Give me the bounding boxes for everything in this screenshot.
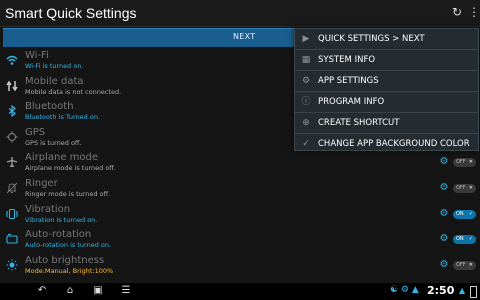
menu-item-label: SYSTEM INFO: [318, 55, 376, 65]
setting-subtitle: Vibration is turned on.: [25, 215, 98, 224]
info-icon: ⓘ: [301, 97, 311, 107]
setting-title: Wi-Fi: [25, 50, 49, 61]
app-title: Smart Quick Settings: [5, 5, 137, 21]
setting-title: Auto-rotation: [25, 229, 92, 241]
recent-apps-icon[interactable]: ▣: [91, 285, 105, 297]
ringer-toggle[interactable]: OFF ✕: [453, 183, 476, 193]
airplane-icon: [6, 157, 18, 168]
setting-row-auto-rotation[interactable]: Auto-rotation Auto-rotation is turned on…: [0, 227, 480, 253]
toggle-state: OFF: [456, 261, 466, 268]
setting-row-ringer[interactable]: Ringer Ringer mode is turned off. ⚙ OFF ✕: [0, 176, 480, 202]
menu-item-app-settings[interactable]: ⚙ APP SETTINGS: [295, 71, 478, 92]
toggle-state: OFF: [456, 159, 466, 166]
menu-item-label: APP SETTINGS: [318, 76, 379, 86]
next-label: NEXT: [233, 32, 256, 41]
setting-subtitle: Bluetooth is Turned on.: [25, 113, 101, 122]
play-icon: ▶: [302, 34, 310, 44]
gear-icon[interactable]: ⚙: [439, 157, 449, 167]
setting-title: Bluetooth: [25, 101, 74, 113]
ringer-icon: [6, 182, 18, 194]
airplane-mode-toggle[interactable]: OFF ✕: [453, 158, 476, 168]
mobile-data-icon: [6, 80, 18, 91]
setting-row-airplane-mode[interactable]: Airplane mode Airplane mode is turned of…: [0, 150, 480, 176]
menu-item-quick-settings-next[interactable]: ▶ QUICK SETTINGS > NEXT: [295, 29, 478, 50]
menu-item-create-shortcut[interactable]: ⊕ CREATE SHORTCUT: [295, 113, 478, 134]
menu-item-label: QUICK SETTINGS > NEXT: [318, 34, 425, 44]
menu-item-system-info[interactable]: ▦ SYSTEM INFO: [295, 50, 478, 71]
setting-row-auto-brightness[interactable]: Auto brightness Mode:Manual, Bright:100%…: [0, 253, 480, 279]
setting-subtitle: Mode:Manual, Bright:100%: [25, 266, 114, 275]
overflow-menu: ▶ QUICK SETTINGS > NEXT ▦ SYSTEM INFO ⚙ …: [294, 28, 479, 151]
wifi-icon: [6, 55, 18, 65]
back-icon[interactable]: ↶: [35, 285, 49, 297]
grid-icon: ▦: [301, 55, 311, 65]
auto-rotation-icon: [6, 234, 18, 244]
auto-rotation-toggle[interactable]: ON ✓: [453, 235, 476, 245]
toggle-state: OFF: [456, 184, 466, 191]
brightness-icon: [6, 259, 18, 271]
setting-subtitle: Airplane mode is turned off.: [25, 164, 116, 173]
toggle-state: ON: [456, 236, 464, 243]
clock: 2:50: [427, 284, 455, 297]
action-bar: Smart Quick Settings ↻ ⋮: [0, 0, 480, 27]
gear-icon[interactable]: ⚙: [439, 234, 449, 244]
wifi-status-icon: ▲: [459, 286, 466, 295]
setting-row-vibration[interactable]: Vibration Vibration is turned on. ⚙ ON ✓: [0, 202, 480, 228]
home-icon[interactable]: ⌂: [63, 285, 77, 297]
vibration-toggle[interactable]: ON ✓: [453, 209, 476, 219]
auto-brightness-toggle[interactable]: OFF ✕: [453, 260, 476, 270]
gear-icon[interactable]: ⚙: [439, 208, 449, 219]
setting-subtitle: Mobile data is not connected.: [25, 87, 122, 96]
gps-icon: [6, 131, 18, 143]
add-icon: ⊕: [302, 118, 310, 128]
menu-item-change-background[interactable]: ✓ CHANGE APP BACKGROUND COLOR: [295, 134, 478, 154]
setting-title: Airplane mode: [25, 152, 99, 164]
vibration-icon: [6, 208, 18, 219]
menu-item-label: PROGRAM INFO: [318, 97, 385, 107]
setting-subtitle: GPS is turned off.: [25, 138, 82, 147]
gear-icon: ⚙: [301, 76, 311, 86]
setting-title: Auto brightness: [25, 254, 105, 266]
setting-subtitle: Wi-Fi is turned on.: [25, 62, 84, 70]
setting-subtitle: Ringer mode is turned off.: [25, 189, 111, 198]
gear-icon[interactable]: ⚙: [439, 259, 449, 270]
menu-item-program-info[interactable]: ⓘ PROGRAM INFO: [295, 92, 478, 113]
setting-title: GPS: [25, 126, 46, 138]
gear-icon[interactable]: ⚙: [439, 182, 449, 193]
setting-title: Mobile data: [25, 75, 84, 87]
check-icon: ✓: [302, 139, 310, 149]
setting-subtitle: Auto-rotation is turned on.: [25, 241, 112, 250]
menu-icon[interactable]: ☰: [119, 285, 133, 297]
bluetooth-icon: [8, 105, 16, 118]
notification-icons: ☯ ⚙ ▲: [390, 285, 419, 295]
toggle-state: ON: [456, 210, 464, 217]
system-navigation-bar: ↶ ⌂ ▣ ☰ ☯ ⚙ ▲ 2:50 ▲: [0, 283, 480, 300]
setting-title: Vibration: [25, 203, 71, 215]
overflow-menu-icon[interactable]: ⋮: [466, 4, 480, 20]
menu-item-label: CREATE SHORTCUT: [318, 118, 400, 128]
setting-title: Ringer: [25, 177, 58, 189]
menu-item-label: CHANGE APP BACKGROUND COLOR: [318, 139, 470, 149]
refresh-icon[interactable]: ↻: [449, 4, 465, 20]
battery-icon: [470, 286, 477, 298]
